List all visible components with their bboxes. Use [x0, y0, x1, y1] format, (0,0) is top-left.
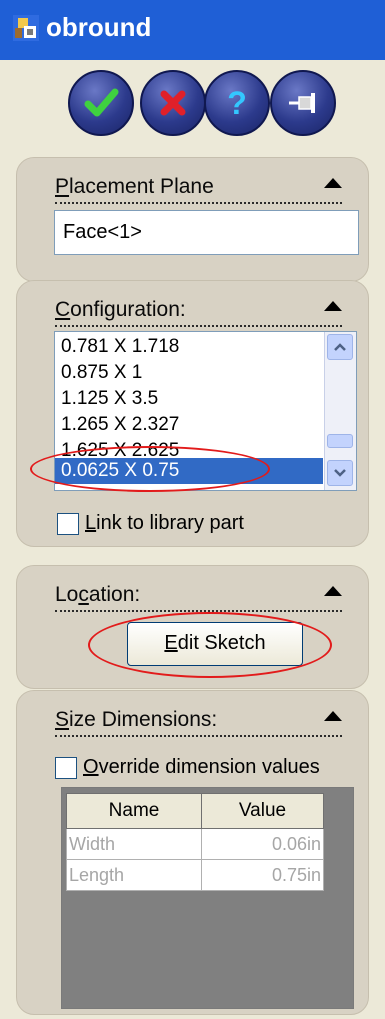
question-icon: ? — [227, 85, 247, 121]
configuration-panel: Configuration: 0.781 X 1.718 0.875 X 1 1… — [16, 280, 369, 547]
list-item[interactable]: 1.125 X 3.5 — [55, 386, 323, 412]
override-dimension-label[interactable]: Override dimension values — [83, 755, 320, 779]
title-bar: obround — [0, 0, 385, 60]
location-panel: Location: Edit Sketch — [16, 565, 369, 689]
configuration-label: Configuration: — [55, 298, 186, 321]
cancel-button[interactable] — [140, 70, 206, 136]
help-button[interactable]: ? — [204, 70, 270, 136]
placement-plane-panel: Placement Plane Face<1> — [16, 157, 369, 282]
list-item-selected[interactable]: 0.0625 X 0.75 — [55, 458, 323, 484]
ok-button[interactable] — [68, 70, 134, 136]
list-item[interactable]: 1.265 X 2.327 — [55, 412, 323, 438]
chevron-up-icon — [334, 343, 346, 351]
size-dimensions-header[interactable]: Size Dimensions: — [55, 705, 342, 737]
size-dimensions-panel: Size Dimensions: Override dimension valu… — [16, 690, 369, 1015]
override-dimension-checkbox[interactable] — [55, 757, 77, 779]
table-row: Length 0.75in — [66, 859, 324, 891]
scroll-up-button[interactable] — [327, 334, 353, 360]
scroll-down-button[interactable] — [327, 460, 353, 486]
row-value-cell[interactable]: 0.06in — [201, 828, 324, 860]
pushpin-button[interactable] — [270, 70, 336, 136]
collapse-arrow-icon[interactable] — [324, 586, 342, 596]
row-value-cell[interactable]: 0.75in — [201, 859, 324, 891]
scroll-thumb[interactable] — [327, 434, 353, 448]
location-header[interactable]: Location: — [55, 580, 342, 612]
collapse-arrow-icon[interactable] — [324, 711, 342, 721]
dimension-table: Name Value Width 0.06in Length 0.75in — [61, 787, 354, 1009]
row-name-cell[interactable]: Width — [66, 828, 202, 860]
configuration-list[interactable]: 0.781 X 1.718 0.875 X 1 1.125 X 3.5 1.26… — [54, 331, 357, 491]
property-toolbar: ? — [0, 60, 385, 152]
column-header-value[interactable]: Value — [201, 793, 324, 829]
edit-sketch-button[interactable]: Edit Sketch — [127, 622, 303, 666]
feature-tree-icon — [13, 15, 39, 41]
configuration-header[interactable]: Configuration: — [55, 295, 342, 327]
window-title: obround — [46, 12, 152, 42]
list-scrollbar[interactable] — [324, 332, 356, 490]
link-library-label[interactable]: Link to library part — [85, 511, 244, 535]
row-name-cell[interactable]: Length — [66, 859, 202, 891]
table-row: Width 0.06in — [66, 828, 324, 860]
checkmark-icon — [84, 88, 119, 117]
list-item[interactable]: 0.781 X 1.718 — [55, 334, 323, 360]
collapse-arrow-icon[interactable] — [324, 178, 342, 188]
list-item[interactable]: 0.875 X 1 — [55, 360, 323, 386]
placement-plane-header[interactable]: Placement Plane — [55, 172, 342, 204]
x-icon — [160, 90, 186, 116]
location-label: Location: — [55, 583, 141, 606]
list-item[interactable]: 1.625 X 2.625 — [55, 438, 323, 458]
placement-plane-label: Placement Plane — [55, 175, 214, 198]
column-header-name[interactable]: Name — [66, 793, 202, 829]
dimension-grid: Name Value Width 0.06in Length 0.75in — [66, 793, 324, 891]
pushpin-icon — [289, 93, 315, 113]
link-library-checkbox[interactable] — [57, 513, 79, 535]
collapse-arrow-icon[interactable] — [324, 301, 342, 311]
size-dimensions-label: Size Dimensions: — [55, 708, 218, 731]
chevron-down-icon — [334, 469, 346, 477]
placement-plane-field[interactable]: Face<1> — [54, 210, 359, 255]
svg-text:?: ? — [227, 85, 247, 121]
